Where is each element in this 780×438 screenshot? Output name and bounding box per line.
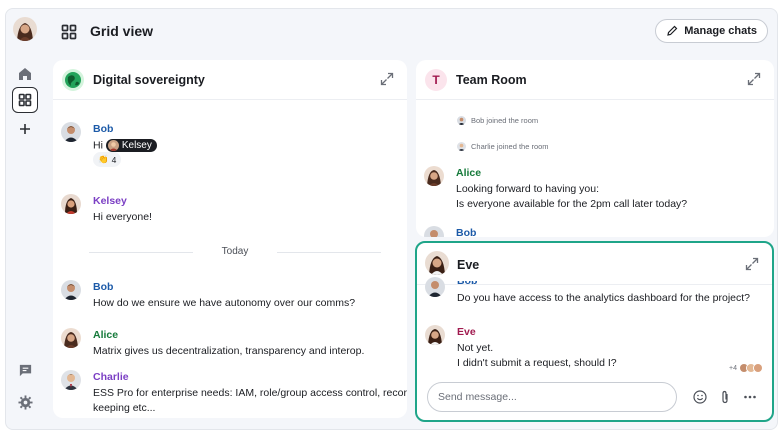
- emoji-icon[interactable]: [693, 390, 707, 404]
- clap-emoji: 👏: [98, 154, 109, 164]
- room-title: Eve: [457, 258, 480, 272]
- message: Eve Not yet. I didn't submit a request, …: [425, 325, 764, 373]
- mention-avatar: [107, 140, 119, 151]
- mention-name: Kelsey: [121, 140, 152, 151]
- avatar: [457, 142, 466, 151]
- room-event: Bob joined the room: [457, 116, 538, 125]
- avatar: [424, 166, 444, 186]
- room-card-header: Eve: [417, 243, 772, 285]
- manage-chats-button[interactable]: Manage chats: [655, 19, 768, 43]
- avatar: [425, 277, 445, 297]
- room-avatar: T: [425, 69, 447, 91]
- avatar: [61, 280, 81, 300]
- chat-icon[interactable]: [12, 357, 38, 383]
- message: Alice Looking forward to having you: Is …: [424, 166, 766, 222]
- home-icon[interactable]: [12, 61, 38, 87]
- plus-icon[interactable]: [12, 116, 38, 142]
- message-input[interactable]: [427, 382, 677, 412]
- pencil-icon: [667, 25, 678, 36]
- header: Grid view Manage chats: [52, 9, 777, 53]
- globe-icon: [65, 72, 81, 88]
- message-text: Looking forward to having you:: [456, 183, 600, 195]
- room-event: Charlie joined the room: [457, 142, 549, 151]
- message-text: I didn't submit a request, should I?: [457, 357, 617, 369]
- room-card-header: T Team Room: [416, 60, 774, 100]
- room-card-team-room[interactable]: T Team Room Bob joined the room Charlie …: [416, 60, 774, 237]
- reaction-count: 4: [111, 154, 117, 165]
- message-text: Matrix gives us decentralization, transp…: [93, 345, 365, 357]
- partial-name: Bob: [457, 281, 477, 286]
- avatar: [424, 226, 444, 237]
- mention-pill[interactable]: Kelsey: [105, 139, 157, 152]
- more-options-icon[interactable]: [743, 390, 757, 404]
- event-text: Charlie joined the room: [471, 142, 549, 151]
- room-avatar: [425, 251, 449, 275]
- message-text: Is everyone available for the 2pm call l…: [456, 198, 688, 210]
- avatar: [61, 328, 81, 348]
- expand-icon[interactable]: [745, 257, 759, 271]
- avatar: [61, 370, 81, 390]
- page-title: Grid view: [90, 23, 154, 39]
- room-card-digital-sovereignty[interactable]: Digital sovereignty Bob Hi Kelsey 👏 4 Kel…: [53, 60, 407, 418]
- avatar: [61, 122, 81, 142]
- avatar: [61, 194, 81, 214]
- settings-icon[interactable]: [12, 389, 38, 415]
- message-text: Hi: [93, 139, 103, 152]
- date-divider: Today: [89, 246, 381, 258]
- avatar: [425, 325, 445, 345]
- left-rail: [6, 9, 44, 429]
- grid-view-icon: [57, 20, 81, 44]
- message-text: Not yet.: [457, 342, 494, 354]
- message: Bob Do you have access to the analytics …: [425, 277, 764, 315]
- avatar: [457, 116, 466, 125]
- app-window: Grid view Manage chats Digital sovereign…: [5, 8, 778, 430]
- reaction[interactable]: 👏 4: [93, 152, 122, 167]
- message: Bob How do we ensure we have autonomy ov…: [61, 280, 399, 316]
- message-text: How do we ensure we have autonomy over o…: [93, 297, 356, 309]
- read-receipt-avatars: [739, 363, 763, 373]
- message: Alice Matrix gives us decentralization, …: [61, 328, 399, 364]
- message: Bob: [424, 226, 766, 237]
- read-receipts-count: +4: [729, 364, 737, 372]
- room-avatar: [62, 69, 84, 91]
- message: Charlie ESS Pro for enterprise needs: IA…: [61, 370, 407, 418]
- message: Kelsey Hi everyone!: [61, 194, 399, 230]
- grid-view-rail-button[interactable]: [12, 87, 38, 113]
- user-avatar[interactable]: [13, 17, 37, 41]
- grid-icon: [18, 93, 32, 107]
- message-text: ESS Pro for enterprise needs: IAM, role/…: [93, 387, 407, 399]
- read-receipts[interactable]: +4: [729, 363, 763, 373]
- attachment-icon[interactable]: [718, 390, 732, 404]
- room-card-header: Digital sovereignty: [53, 60, 407, 100]
- room-title: Team Room: [456, 73, 527, 87]
- message-text: Hi everyone!: [93, 211, 152, 223]
- room-card-eve[interactable]: Eve Bob Do you have access to the analyt…: [415, 241, 774, 422]
- message: Bob Hi Kelsey 👏 4: [61, 122, 399, 170]
- message-text: keeping etc...: [93, 402, 156, 414]
- composer: [427, 382, 760, 412]
- manage-chats-label: Manage chats: [684, 25, 757, 37]
- expand-icon[interactable]: [747, 72, 761, 86]
- event-text: Bob joined the room: [471, 116, 539, 125]
- expand-icon[interactable]: [380, 72, 394, 86]
- room-title: Digital sovereignty: [93, 73, 205, 87]
- message-text: Do you have access to the analytics dash…: [457, 292, 751, 304]
